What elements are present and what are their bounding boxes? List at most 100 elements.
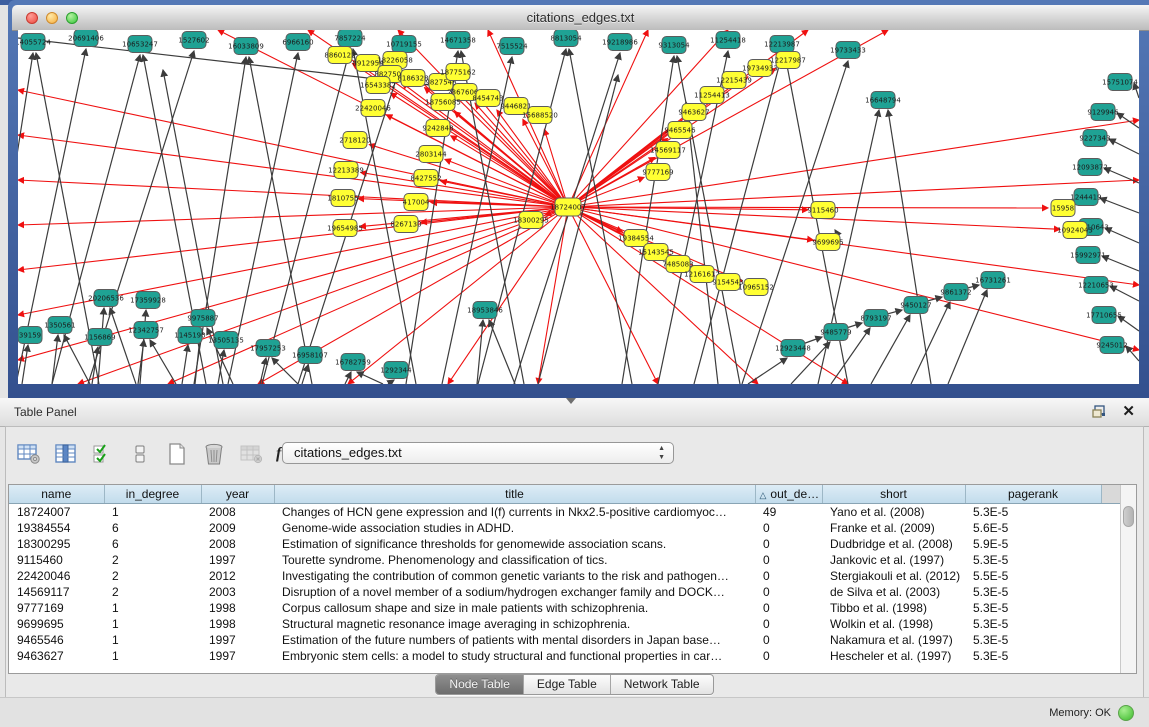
graph-node[interactable]: 8813054	[550, 30, 582, 47]
tab-edge-table[interactable]: Edge Table	[524, 675, 611, 694]
graph-node[interactable]: 2803144	[415, 146, 447, 163]
cell-pagerank[interactable]: 5.3E-5	[965, 616, 1101, 632]
column-header-title[interactable]: title	[274, 485, 755, 504]
column-header-in_degree[interactable]: in_degree	[104, 485, 201, 504]
cell-out_de[interactable]: 0	[755, 600, 822, 616]
graph-node[interactable]: 11254413	[694, 87, 730, 104]
cell-out_de[interactable]: 0	[755, 584, 822, 600]
graph-node[interactable]: 16731261	[975, 272, 1011, 289]
graph-node[interactable]: 14671358	[440, 32, 476, 49]
graph-node[interactable]: 16033809	[228, 38, 264, 55]
graph-node[interactable]: 1145190	[174, 327, 205, 344]
cell-out_de[interactable]: 0	[755, 616, 822, 632]
cell-name[interactable]: 14569117	[9, 584, 104, 600]
select-column-icon[interactable]	[53, 441, 79, 467]
cell-pagerank[interactable]: 5.6E-5	[965, 520, 1101, 536]
cell-short[interactable]: Dudbridge et al. (2008)	[822, 536, 965, 552]
graph-node[interactable]: 9245012	[1096, 337, 1127, 354]
graph-node[interactable]: 9699695	[812, 234, 843, 251]
graph-node[interactable]: 9227343	[1079, 130, 1110, 147]
graph-node[interactable]: 9242848	[422, 120, 453, 137]
cell-name[interactable]: 18724007	[9, 504, 104, 521]
table-row[interactable]: 911546021997Tourette syndrome. Phenomeno…	[9, 552, 1121, 568]
graph-node[interactable]: 12210653	[1078, 277, 1114, 294]
graph-node[interactable]: 9975887	[187, 310, 218, 327]
cell-out_de[interactable]: 0	[755, 568, 822, 584]
table-row[interactable]: 946362711997Embryonic stem cells: a mode…	[9, 648, 1121, 664]
cell-title[interactable]: Embryonic stem cells: a model to study s…	[274, 648, 755, 664]
cell-year[interactable]: 2003	[201, 584, 274, 600]
new-document-icon[interactable]	[164, 441, 190, 467]
cell-in_degree[interactable]: 2	[104, 568, 201, 584]
citation-graph[interactable]: 1405572420691406106532471527602160338096…	[18, 30, 1139, 384]
graph-node[interactable]: 17710655	[1086, 307, 1122, 324]
cell-pagerank[interactable]: 5.3E-5	[965, 632, 1101, 648]
graph-node[interactable]: 2718120	[339, 132, 370, 149]
cell-year[interactable]: 1998	[201, 616, 274, 632]
cell-out_de[interactable]: 0	[755, 520, 822, 536]
graph-node[interactable]: 8793197	[860, 310, 891, 327]
graph-node[interactable]: 17359928	[130, 292, 166, 309]
vertical-scrollbar[interactable]	[1120, 485, 1136, 673]
cell-short[interactable]: Jankovic et al. (1997)	[822, 552, 965, 568]
cell-pagerank[interactable]: 5.5E-5	[965, 568, 1101, 584]
cell-out_de[interactable]: 0	[755, 632, 822, 648]
cell-short[interactable]: Yano et al. (2008)	[822, 504, 965, 521]
cell-short[interactable]: Franke et al. (2009)	[822, 520, 965, 536]
graph-node[interactable]: 1527602	[178, 32, 209, 49]
cell-title[interactable]: Structural magnetic resonance image aver…	[274, 616, 755, 632]
graph-node[interactable]: 14055724	[18, 34, 51, 51]
graph-node[interactable]: 417004	[403, 194, 430, 211]
graph-node[interactable]: 15992971	[1070, 247, 1106, 264]
graph-node[interactable]: 12342757	[128, 322, 164, 339]
graph-node[interactable]: 1810755	[327, 190, 358, 207]
graph-node[interactable]: 8454743	[472, 90, 503, 107]
table-row[interactable]: 946554611997Estimation of the future num…	[9, 632, 1121, 648]
network-canvas[interactable]: 1405572420691406106532471527602160338096…	[18, 30, 1139, 384]
cell-short[interactable]: Hescheler et al. (1997)	[822, 648, 965, 664]
cell-pagerank[interactable]: 5.3E-5	[965, 504, 1101, 521]
graph-node[interactable]: 1350561	[44, 317, 75, 334]
cell-in_degree[interactable]: 1	[104, 504, 201, 521]
column-header-out_de[interactable]: △out_de…	[755, 485, 822, 504]
cell-in_degree[interactable]: 6	[104, 536, 201, 552]
column-header-pagerank[interactable]: pagerank	[965, 485, 1101, 504]
cell-out_de[interactable]: 0	[755, 552, 822, 568]
graph-node[interactable]: 9115460	[807, 202, 838, 219]
cell-title[interactable]: Corpus callosum shape and size in male p…	[274, 600, 755, 616]
table-row[interactable]: 1456911722003Disruption of a novel membe…	[9, 584, 1121, 600]
table-row[interactable]: 1830029562008Estimation of significance …	[9, 536, 1121, 552]
delete-trash-icon[interactable]	[201, 441, 227, 467]
column-header-short[interactable]: short	[822, 485, 965, 504]
cell-title[interactable]: Genome-wide association studies in ADHD.	[274, 520, 755, 536]
cell-name[interactable]: 9699695	[9, 616, 104, 632]
splitter-grip[interactable]	[566, 398, 576, 404]
graph-node[interactable]: 7857224	[334, 30, 366, 47]
cell-title[interactable]: Changes of HCN gene expression and I(f) …	[274, 504, 755, 521]
close-panel-icon[interactable]: ✕	[1122, 402, 1135, 420]
graph-node[interactable]: 18953846	[467, 302, 503, 319]
cell-title[interactable]: Estimation of significance thresholds fo…	[274, 536, 755, 552]
cell-name[interactable]: 22420046	[9, 568, 104, 584]
cell-in_degree[interactable]: 1	[104, 648, 201, 664]
graph-node[interactable]: 1156869	[84, 329, 115, 346]
graph-node[interactable]: 20206536	[88, 290, 124, 307]
cell-title[interactable]: Disruption of a novel member of a sodium…	[274, 584, 755, 600]
cell-short[interactable]: Nakamura et al. (1997)	[822, 632, 965, 648]
cell-name[interactable]: 19384554	[9, 520, 104, 536]
cell-short[interactable]: Stergiakouli et al. (2012)	[822, 568, 965, 584]
cell-year[interactable]: 2012	[201, 568, 274, 584]
cell-in_degree[interactable]: 6	[104, 520, 201, 536]
graph-node[interactable]: 17957253	[250, 340, 286, 357]
checked-list-icon[interactable]	[90, 441, 116, 467]
table-row[interactable]: 2242004622012Investigating the contribut…	[9, 568, 1121, 584]
graph-node[interactable]: 1292344	[380, 362, 412, 379]
graph-node[interactable]: 12215439	[716, 72, 752, 89]
row-height-icon[interactable]	[127, 441, 153, 467]
cell-pagerank[interactable]: 5.3E-5	[965, 600, 1101, 616]
graph-node[interactable]: 9485779	[820, 324, 851, 341]
cell-out_de[interactable]: 0	[755, 536, 822, 552]
graph-node[interactable]: 9129946	[1087, 104, 1119, 121]
cell-title[interactable]: Estimation of the future numbers of pati…	[274, 632, 755, 648]
cell-name[interactable]: 9465546	[9, 632, 104, 648]
